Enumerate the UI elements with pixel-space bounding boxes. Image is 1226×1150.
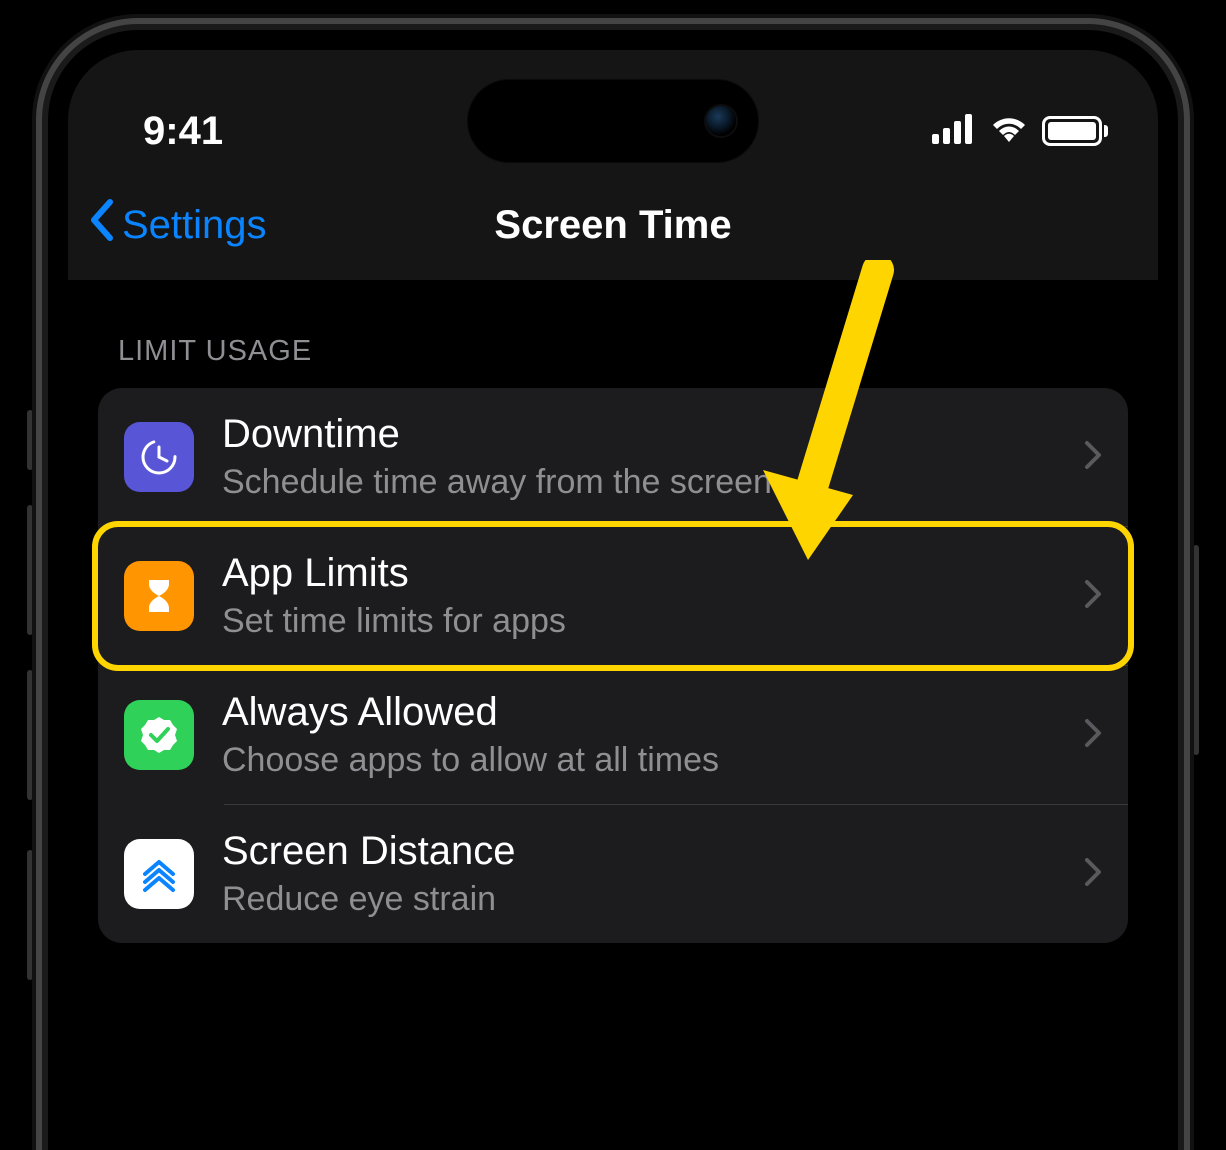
wifi-icon [988, 114, 1030, 149]
hourglass-icon [124, 561, 194, 631]
phone-volume-up [27, 505, 33, 635]
cell-always-allowed[interactable]: Always Allowed Choose apps to allow at a… [98, 666, 1128, 804]
cell-downtime[interactable]: Downtime Schedule time away from the scr… [98, 388, 1128, 526]
limit-usage-group: Downtime Schedule time away from the scr… [98, 388, 1128, 943]
screen: 9:41 Settings Screen [68, 50, 1158, 1150]
phone-volume-down [27, 670, 33, 800]
page-title: Screen Time [494, 203, 731, 248]
screen-distance-icon [124, 839, 194, 909]
battery-icon [1042, 116, 1108, 146]
front-camera-icon [706, 106, 736, 136]
content-area: LIMIT USAGE Downtime Schedule time away … [68, 280, 1158, 943]
cell-subtitle: Choose apps to allow at all times [222, 741, 1056, 780]
cellular-signal-icon [932, 114, 976, 149]
cell-text: App Limits Set time limits for apps [222, 551, 1056, 641]
back-button[interactable]: Settings [88, 198, 267, 252]
cell-subtitle: Set time limits for apps [222, 602, 1056, 641]
navigation-bar: Settings Screen Time [68, 170, 1158, 280]
chevron-left-icon [88, 198, 116, 252]
cell-subtitle: Reduce eye strain [222, 880, 1056, 919]
chevron-right-icon [1084, 579, 1102, 614]
checkmark-seal-icon [124, 700, 194, 770]
cell-subtitle: Schedule time away from the screen [222, 463, 1056, 502]
cell-text: Screen Distance Reduce eye strain [222, 829, 1056, 919]
phone-mute-switch [27, 410, 33, 470]
cell-title: Screen Distance [222, 829, 1056, 874]
chevron-right-icon [1084, 718, 1102, 753]
cell-title: Always Allowed [222, 690, 1056, 735]
cell-app-limits[interactable]: App Limits Set time limits for apps [98, 527, 1128, 665]
dynamic-island [468, 80, 758, 162]
cell-screen-distance[interactable]: Screen Distance Reduce eye strain [98, 805, 1128, 943]
phone-frame: 9:41 Settings Screen [48, 30, 1178, 1150]
cell-text: Downtime Schedule time away from the scr… [222, 412, 1056, 502]
downtime-icon [124, 422, 194, 492]
status-indicators [932, 114, 1108, 149]
chevron-right-icon [1084, 857, 1102, 892]
chevron-right-icon [1084, 440, 1102, 475]
phone-power-button [1193, 545, 1199, 755]
section-header: LIMIT USAGE [98, 280, 1128, 388]
phone-action-button [27, 850, 33, 980]
cell-title: App Limits [222, 551, 1056, 596]
back-label: Settings [122, 203, 267, 248]
cell-title: Downtime [222, 412, 1056, 457]
cell-text: Always Allowed Choose apps to allow at a… [222, 690, 1056, 780]
status-time: 9:41 [143, 109, 223, 154]
